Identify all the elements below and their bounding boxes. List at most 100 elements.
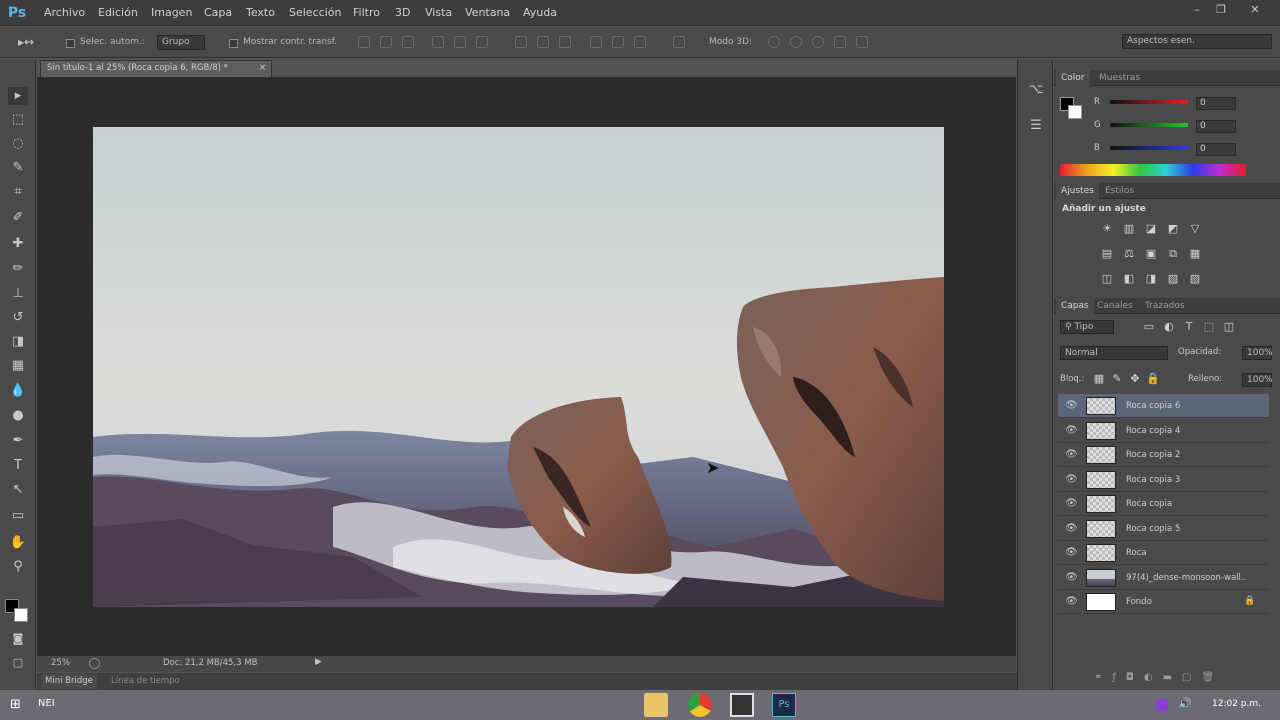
close-button[interactable]: ✕ bbox=[1244, 2, 1266, 18]
channel-value-r[interactable]: 0 bbox=[1196, 97, 1236, 110]
scale-3d-icon[interactable] bbox=[856, 36, 868, 48]
adjustment-icon-0-3[interactable]: ◩ bbox=[1166, 223, 1180, 235]
lock-transparency-icon[interactable]: ▦ bbox=[1092, 373, 1106, 385]
zoom-tool-icon[interactable]: ⚲ bbox=[8, 558, 28, 576]
eraser-tool-icon[interactable]: ◨ bbox=[8, 333, 28, 351]
layer-name[interactable]: Roca copia bbox=[1126, 492, 1246, 516]
layer-name[interactable]: Roca copia 2 bbox=[1126, 443, 1246, 467]
adjustment-icon-0-2[interactable]: ◪ bbox=[1144, 223, 1158, 235]
add-mask-icon[interactable]: ◘ bbox=[1126, 672, 1144, 683]
tab-adjustments[interactable]: Ajustes bbox=[1056, 183, 1099, 199]
menu-imagen[interactable]: Imagen bbox=[151, 0, 192, 26]
document-canvas[interactable] bbox=[93, 127, 944, 607]
link-layers-icon[interactable]: ⚭ bbox=[1094, 672, 1112, 683]
layer-name[interactable]: Roca copia 6 bbox=[1126, 394, 1246, 418]
layer-filter-dropdown[interactable]: ⚲ Tipo bbox=[1060, 320, 1114, 334]
tray-app-icon[interactable] bbox=[1156, 699, 1168, 711]
tab-paths[interactable]: Trazados bbox=[1140, 298, 1190, 314]
new-adjustment-icon[interactable]: ◐ bbox=[1144, 672, 1163, 683]
align-right-icon[interactable] bbox=[476, 36, 488, 48]
tab-timeline[interactable]: Línea de tiempo bbox=[111, 674, 180, 689]
marquee-tool-icon[interactable]: ⬚ bbox=[8, 111, 28, 129]
layer-name[interactable]: Roca copia 5 bbox=[1126, 517, 1246, 541]
delete-layer-icon[interactable]: 🗑 bbox=[1201, 672, 1224, 683]
adjustment-icon-2-0[interactable]: ◫ bbox=[1100, 273, 1114, 285]
layer-row[interactable]: 👁 Roca copia 6 bbox=[1058, 394, 1269, 418]
menu-capa[interactable]: Capa bbox=[204, 0, 232, 26]
visibility-eye-icon[interactable]: 👁 bbox=[1065, 425, 1078, 437]
tab-swatches[interactable]: Muestras bbox=[1094, 70, 1145, 86]
history-panel-icon[interactable]: ⌥ bbox=[1027, 82, 1045, 100]
align-hcenter-icon[interactable] bbox=[454, 36, 466, 48]
show-transform-checkbox[interactable] bbox=[229, 39, 238, 48]
tab-channels[interactable]: Canales bbox=[1092, 298, 1138, 314]
menu-ventana[interactable]: Ventana bbox=[465, 0, 510, 26]
visibility-eye-icon[interactable]: 👁 bbox=[1065, 474, 1078, 486]
adjustment-icon-1-0[interactable]: ▤ bbox=[1100, 248, 1114, 260]
color-spectrum-bar[interactable] bbox=[1060, 164, 1246, 176]
layer-style-icon[interactable]: ƒ bbox=[1112, 672, 1126, 683]
healing-brush-tool-icon[interactable]: ✚ bbox=[8, 235, 28, 253]
properties-panel-icon[interactable]: ☰ bbox=[1027, 118, 1045, 136]
menu-seleccion[interactable]: Selección bbox=[289, 0, 341, 26]
visibility-eye-icon[interactable]: 👁 bbox=[1065, 498, 1078, 510]
align-top-icon[interactable] bbox=[358, 36, 370, 48]
pen-tool-icon[interactable]: ✒ bbox=[8, 432, 28, 450]
channel-slider-b[interactable] bbox=[1110, 146, 1188, 150]
layer-row[interactable]: 👁 Roca copia 4 bbox=[1058, 419, 1269, 443]
filter-smart-object-icon[interactable]: ◫ bbox=[1222, 321, 1236, 333]
align-vcenter-icon[interactable] bbox=[380, 36, 392, 48]
layer-row[interactable]: 👁 Roca bbox=[1058, 541, 1269, 565]
layer-name[interactable]: Roca copia 3 bbox=[1126, 468, 1246, 492]
workspace-dropdown[interactable]: Aspectos esen. bbox=[1122, 34, 1272, 49]
filter-shape-icon[interactable]: ⬚ bbox=[1202, 321, 1216, 333]
align-left-icon[interactable] bbox=[432, 36, 444, 48]
adjustment-icon-2-4[interactable]: ▧ bbox=[1188, 273, 1202, 285]
volume-icon[interactable]: 🔊 bbox=[1178, 697, 1192, 710]
move-tool-icon[interactable]: ▸ bbox=[8, 87, 28, 105]
slide-3d-icon[interactable] bbox=[834, 36, 846, 48]
distribute-hcenter-icon[interactable] bbox=[612, 36, 624, 48]
channel-slider-r[interactable] bbox=[1110, 100, 1188, 104]
auto-align-icon[interactable] bbox=[673, 36, 685, 48]
windows-start-icon[interactable]: ⊞ bbox=[10, 697, 26, 713]
file-explorer-icon[interactable] bbox=[644, 693, 668, 717]
auto-select-dropdown[interactable]: Grupo bbox=[157, 35, 205, 50]
new-group-icon[interactable]: ▬ bbox=[1163, 672, 1182, 683]
distribute-bottom-icon[interactable] bbox=[559, 36, 571, 48]
minimize-button[interactable]: – bbox=[1186, 2, 1208, 18]
screen-mode-icon[interactable]: ▢ bbox=[8, 654, 28, 672]
adjustment-icon-0-4[interactable]: ▽ bbox=[1188, 223, 1202, 235]
lasso-tool-icon[interactable]: ◌ bbox=[8, 135, 28, 153]
visibility-eye-icon[interactable]: 👁 bbox=[1065, 400, 1078, 412]
crop-tool-icon[interactable]: ⌗ bbox=[8, 183, 28, 201]
channel-slider-g[interactable] bbox=[1110, 123, 1188, 127]
clone-stamp-tool-icon[interactable]: ⊥ bbox=[8, 285, 28, 303]
hand-tool-icon[interactable]: ✋ bbox=[8, 534, 28, 552]
lock-all-icon[interactable]: 🔒 bbox=[1146, 373, 1160, 385]
filter-pixel-icon[interactable]: ▭ bbox=[1142, 321, 1156, 333]
layer-row[interactable]: 👁 Roca copia bbox=[1058, 492, 1269, 516]
adjustment-icon-1-2[interactable]: ▣ bbox=[1144, 248, 1158, 260]
adjustment-icon-2-3[interactable]: ▨ bbox=[1166, 273, 1180, 285]
color-bg-swatch[interactable] bbox=[1068, 105, 1082, 119]
distribute-left-icon[interactable] bbox=[590, 36, 602, 48]
roll-3d-icon[interactable] bbox=[790, 36, 802, 48]
tab-color[interactable]: Color bbox=[1056, 70, 1090, 86]
rectangle-tool-icon[interactable]: ▭ bbox=[8, 507, 28, 525]
menu-texto[interactable]: Texto bbox=[246, 0, 275, 26]
layer-row[interactable]: 👁 Roca copia 2 bbox=[1058, 443, 1269, 467]
auto-select-checkbox[interactable] bbox=[66, 39, 75, 48]
info-icon[interactable] bbox=[89, 658, 100, 669]
distribute-vcenter-icon[interactable] bbox=[537, 36, 549, 48]
channel-value-g[interactable]: 0 bbox=[1196, 120, 1236, 133]
adjustment-icon-1-4[interactable]: ▦ bbox=[1188, 248, 1202, 260]
adjustment-icon-0-0[interactable]: ☀ bbox=[1100, 223, 1114, 235]
menu-edicion[interactable]: Edición bbox=[98, 0, 138, 26]
visibility-eye-icon[interactable]: 👁 bbox=[1065, 596, 1078, 608]
eyedropper-tool-icon[interactable]: ✐ bbox=[8, 209, 28, 227]
zoom-level[interactable]: 25% bbox=[51, 658, 70, 668]
blur-tool-icon[interactable]: 💧 bbox=[8, 382, 28, 400]
quick-select-tool-icon[interactable]: ✎ bbox=[8, 159, 28, 177]
lock-position-icon[interactable]: ✥ bbox=[1128, 373, 1142, 385]
